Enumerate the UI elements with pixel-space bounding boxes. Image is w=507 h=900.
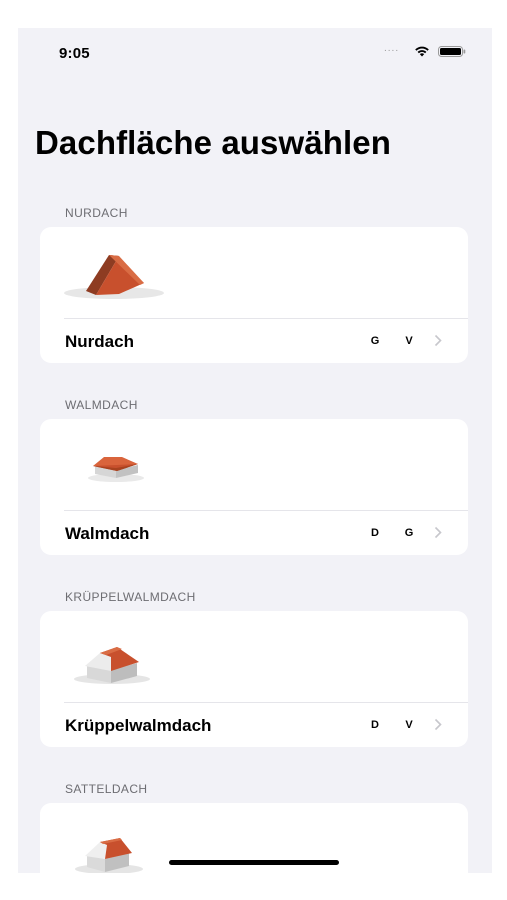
status-time: 9:05 [59, 45, 90, 62]
chevron-right-icon [434, 526, 442, 539]
list-item-nurdach[interactable]: Nurdach G V [40, 227, 468, 363]
nurdach-roof-image [64, 255, 164, 299]
section-header-krueppelwalmdach: KRÜPPELWALMDACH [65, 590, 196, 604]
badge: V [405, 719, 413, 731]
signal-icon: .... [384, 43, 400, 54]
section-header-walmdach: WALMDACH [65, 398, 138, 412]
item-label: Walmdach [65, 524, 150, 543]
card-divider [64, 702, 468, 703]
badge: G [370, 335, 380, 347]
status-bar: 9:05 .... [18, 28, 492, 78]
item-label: Nurdach [65, 332, 134, 351]
section-header-nurdach: NURDACH [65, 206, 128, 220]
battery-icon [438, 46, 466, 57]
card-divider [64, 318, 468, 319]
badge: D [371, 719, 379, 731]
badge: V [405, 335, 413, 347]
krueppelwalmdach-roof-image [74, 647, 150, 684]
card-divider [64, 510, 468, 511]
list-item-walmdach[interactable]: Walmdach D G [40, 419, 468, 555]
satteldach-roof-image [75, 838, 143, 873]
list-item-krueppelwalmdach[interactable]: Krüppelwalmdach D V [40, 611, 468, 747]
app-screen: 9:05 .... Dachfläche auswählen NURDACH N… [18, 28, 492, 873]
item-label: Krüppelwalmdach [65, 716, 212, 735]
section-header-satteldach: SATTELDACH [65, 782, 148, 796]
walmdach-roof-image [88, 457, 144, 482]
chevron-right-icon [434, 718, 442, 731]
badge: G [404, 527, 414, 539]
wifi-icon [415, 46, 429, 57]
badge: D [371, 527, 379, 539]
page-title: Dachfläche auswählen [35, 124, 391, 161]
chevron-right-icon [434, 334, 442, 347]
home-indicator[interactable] [169, 860, 339, 865]
